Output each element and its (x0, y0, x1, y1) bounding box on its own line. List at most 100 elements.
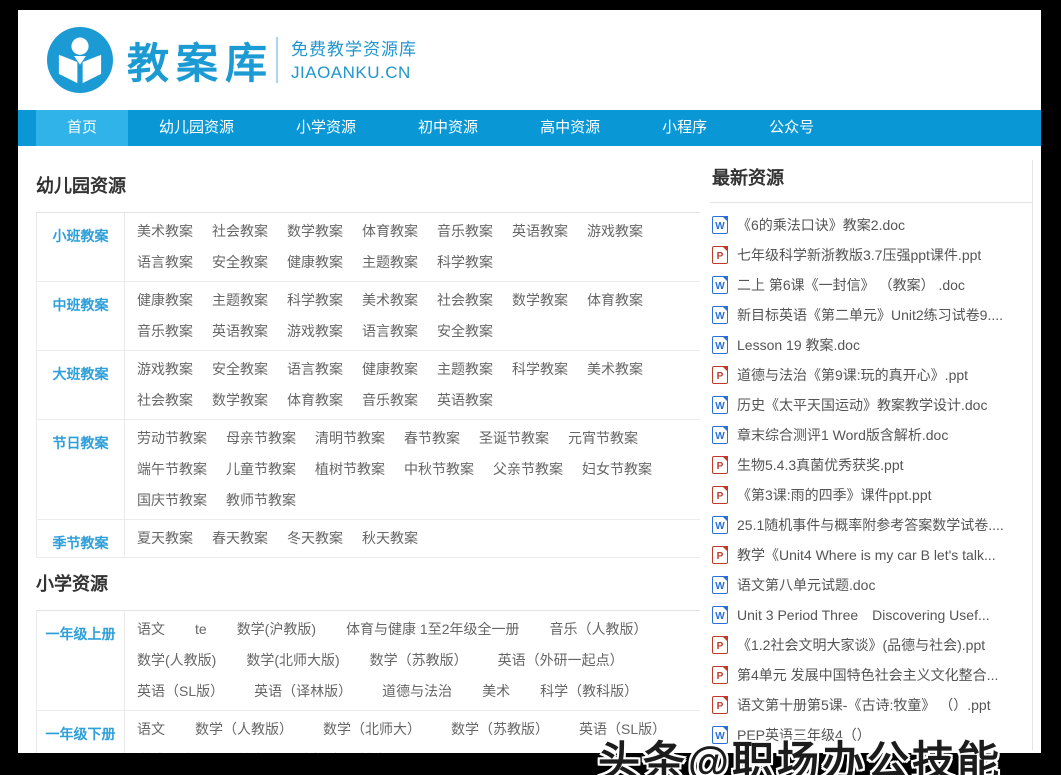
nav-item-primary[interactable]: 小学资源 (265, 110, 387, 146)
resource-link[interactable]: 体育教案 (287, 392, 343, 408)
resource-link[interactable]: 劳动节教案 (137, 430, 207, 446)
category-label[interactable]: 节日教案 (37, 420, 125, 519)
latest-resource-item[interactable]: P《1.2社会文明大家谈》(品德与社会).ppt (712, 630, 1032, 660)
resource-link[interactable]: 安全教案 (212, 254, 268, 270)
resource-link[interactable]: 美术教案 (362, 292, 418, 308)
resource-link[interactable]: 教师节教案 (226, 492, 296, 508)
resource-link[interactable]: 语言教案 (362, 323, 418, 339)
resource-link[interactable]: 数学(北师大版) (246, 652, 339, 668)
resource-link[interactable]: te (195, 621, 207, 637)
resource-link[interactable]: 语文 (137, 721, 165, 737)
resource-link[interactable]: 妇女节教案 (582, 461, 652, 477)
resource-link[interactable]: 元宵节教案 (568, 430, 638, 446)
resource-link[interactable]: 圣诞节教案 (479, 430, 549, 446)
resource-link[interactable]: 健康教案 (137, 292, 193, 308)
resource-link[interactable]: 体育教案 (362, 223, 418, 239)
resource-link[interactable]: 植树节教案 (315, 461, 385, 477)
resource-link[interactable]: 安全教案 (437, 323, 493, 339)
resource-link[interactable]: 英语教案 (512, 223, 568, 239)
latest-resource-item[interactable]: W25.1随机事件与概率附参考答案数学试卷.... (712, 510, 1032, 540)
resource-link[interactable]: 数学教案 (287, 223, 343, 239)
latest-resource-item[interactable]: P生物5.4.3真菌优秀获奖.ppt (712, 450, 1032, 480)
resource-link[interactable]: 安全教案 (212, 361, 268, 377)
category-label[interactable]: 小班教案 (37, 213, 125, 281)
resource-link[interactable]: 数学（苏教版） (451, 721, 549, 737)
latest-resource-item[interactable]: W《6的乘法口诀》教案2.doc (712, 210, 1032, 240)
resource-link[interactable]: 春节教案 (404, 430, 460, 446)
resource-link[interactable]: 父亲节教案 (493, 461, 563, 477)
resource-link[interactable]: 健康教案 (287, 254, 343, 270)
resource-link[interactable]: 英语教案 (212, 323, 268, 339)
latest-resource-item[interactable]: P语文第十册第5课-《古诗:牧童》 （）.ppt (712, 690, 1032, 720)
site-logo-reading-person-icon[interactable] (47, 27, 113, 93)
category-label[interactable]: 一年级上册 (37, 611, 125, 710)
resource-link[interactable]: 数学（苏教版） (370, 652, 468, 668)
resource-link[interactable]: 英语教案 (437, 392, 493, 408)
latest-resource-item[interactable]: W新目标英语《第二单元》Unit2练习试卷9.... (712, 300, 1032, 330)
nav-item-home[interactable]: 首页 (36, 110, 128, 146)
resource-link[interactable]: 音乐（人教版） (549, 621, 647, 637)
resource-link[interactable]: 音乐教案 (437, 223, 493, 239)
resource-link[interactable]: 数学(人教版) (137, 652, 216, 668)
resource-link[interactable]: 数学教案 (212, 392, 268, 408)
resource-link[interactable]: 端午节教案 (137, 461, 207, 477)
nav-item-kindergarten[interactable]: 幼儿园资源 (128, 110, 265, 146)
category-label[interactable]: 中班教案 (37, 282, 125, 350)
resource-link[interactable]: 中秋节教案 (404, 461, 474, 477)
resource-link[interactable]: 英语（译林版） (254, 683, 352, 699)
resource-link[interactable]: 语文 (137, 621, 165, 637)
resource-link[interactable]: 数学(沪教版) (237, 621, 316, 637)
nav-item-official-account[interactable]: 公众号 (738, 110, 845, 146)
nav-item-junior[interactable]: 初中资源 (387, 110, 509, 146)
latest-resource-item[interactable]: P教学《Unit4 Where is my car B let's talk..… (712, 540, 1032, 570)
resource-link[interactable]: 道德与法治 (137, 752, 207, 753)
latest-resource-item[interactable]: W二上 第6课《一封信》 （教案） .doc (712, 270, 1032, 300)
resource-link[interactable]: 健康教案 (362, 361, 418, 377)
resource-link[interactable]: 美术 (237, 752, 265, 753)
latest-resource-item[interactable]: P第4单元 发展中国特色社会主义文化整合... (712, 660, 1032, 690)
resource-link[interactable]: 美术 (482, 683, 510, 699)
latest-resource-item[interactable]: P《第3课:雨的四季》课件ppt.ppt (712, 480, 1032, 510)
resource-link[interactable]: 夏天教案 (137, 530, 193, 546)
resource-link[interactable]: 音乐教案 (137, 323, 193, 339)
nav-item-mini-program[interactable]: 小程序 (631, 110, 738, 146)
resource-link[interactable]: 英语（SL版） (137, 683, 224, 699)
resource-link[interactable]: 英语（外研一起点） (498, 652, 624, 668)
resource-link[interactable]: 清明节教案 (315, 430, 385, 446)
latest-resource-item[interactable]: W章末综合测评1 Word版含解析.doc (712, 420, 1032, 450)
category-label[interactable]: 一年级下册 (37, 711, 125, 753)
resource-link[interactable]: 社会教案 (137, 392, 193, 408)
resource-link[interactable]: 主题教案 (212, 292, 268, 308)
resource-link[interactable]: 春天教案 (212, 530, 268, 546)
resource-link[interactable]: 数学教案 (512, 292, 568, 308)
latest-resource-item[interactable]: W历史《太平天国运动》教案教学设计.doc (712, 390, 1032, 420)
resource-link[interactable]: 社会教案 (437, 292, 493, 308)
resource-link[interactable]: 国庆节教案 (137, 492, 207, 508)
resource-link[interactable]: 冬天教案 (287, 530, 343, 546)
resource-link[interactable]: 道德与法治 (382, 683, 452, 699)
latest-resource-item[interactable]: P七年级科学新浙教版3.7压强ppt课件.ppt (712, 240, 1032, 270)
latest-resource-item[interactable]: WLesson 19 教案.doc (712, 330, 1032, 360)
resource-link[interactable]: 音乐教案 (362, 392, 418, 408)
latest-resource-item[interactable]: P道德与法治《第9课:玩的真开心》.ppt (712, 360, 1032, 390)
resource-link[interactable]: 游戏教案 (587, 223, 643, 239)
latest-resource-item[interactable]: WUnit 3 Period Three Discovering Usef... (712, 600, 1032, 630)
resource-link[interactable]: 语言教案 (137, 254, 193, 270)
resource-link[interactable]: 体育教案 (587, 292, 643, 308)
resource-link[interactable]: 科学（教科版） (540, 683, 638, 699)
resource-link[interactable]: 秋天教案 (362, 530, 418, 546)
resource-link[interactable]: 科学（教科版） (295, 752, 393, 753)
resource-link[interactable]: 数学（北师大） (323, 721, 421, 737)
resource-link[interactable]: 科学教案 (512, 361, 568, 377)
resource-link[interactable]: 美术教案 (137, 223, 193, 239)
resource-link[interactable]: 社会教案 (212, 223, 268, 239)
resource-link[interactable]: 主题教案 (362, 254, 418, 270)
resource-link[interactable]: 儿童节教案 (226, 461, 296, 477)
resource-link[interactable]: 科学教案 (437, 254, 493, 270)
resource-link[interactable]: 游戏教案 (137, 361, 193, 377)
category-label[interactable]: 大班教案 (37, 351, 125, 419)
nav-item-senior[interactable]: 高中资源 (509, 110, 631, 146)
resource-link[interactable]: 美术教案 (587, 361, 643, 377)
resource-link[interactable]: 母亲节教案 (226, 430, 296, 446)
category-label[interactable]: 季节教案 (37, 520, 125, 557)
